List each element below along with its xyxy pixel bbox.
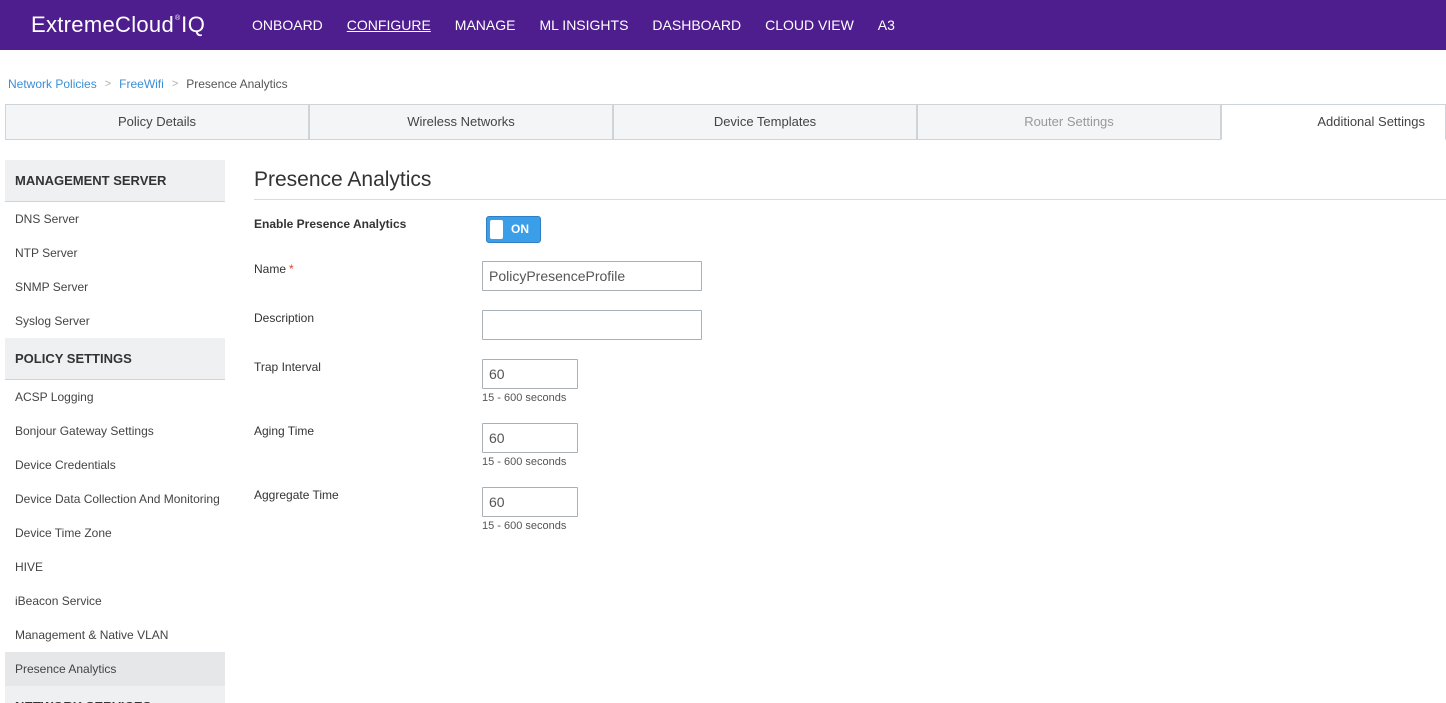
breadcrumb-separator-icon: > xyxy=(171,78,179,90)
sidebar-header-management-server: MANAGEMENT SERVER xyxy=(5,160,225,202)
sidebar-item-device-credentials[interactable]: Device Credentials xyxy=(5,448,225,482)
required-marker: * xyxy=(289,262,294,276)
breadcrumb: Network Policies > FreeWifi > Presence A… xyxy=(8,76,288,92)
aggregate-time-row: Aggregate Time 60 15 - 600 seconds xyxy=(254,487,1446,533)
name-label-text: Name xyxy=(254,262,287,276)
logo-suffix: IQ xyxy=(181,12,206,37)
sidebar-item-ibeacon-service[interactable]: iBeacon Service xyxy=(5,584,225,618)
breadcrumb-current: Presence Analytics xyxy=(186,77,288,91)
name-row: Name * PolicyPresenceProfile xyxy=(254,261,1446,291)
aging-time-row: Aging Time 60 15 - 600 seconds xyxy=(254,423,1446,469)
description-input[interactable] xyxy=(482,310,702,340)
sidebar-item-syslog-server[interactable]: Syslog Server xyxy=(5,304,225,338)
sidebar-item-snmp-server[interactable]: SNMP Server xyxy=(5,270,225,304)
breadcrumb-separator-icon: > xyxy=(104,78,112,90)
aging-time-field-wrap: 60 15 - 600 seconds xyxy=(482,423,578,469)
trap-interval-row: Trap Interval 60 15 - 600 seconds xyxy=(254,359,1446,405)
logo-word: ExtremeCloud xyxy=(31,12,174,37)
trap-interval-label: Trap Interval xyxy=(254,360,321,374)
breadcrumb-freewifi[interactable]: FreeWifi xyxy=(119,76,164,92)
sidebar-item-bonjour-gateway[interactable]: Bonjour Gateway Settings xyxy=(5,414,225,448)
trap-interval-input[interactable]: 60 xyxy=(482,359,578,389)
main-nav: ONBOARD CONFIGURE MANAGE ML INSIGHTS DAS… xyxy=(240,0,907,50)
sidebar-item-dns-server[interactable]: DNS Server xyxy=(5,202,225,236)
tab-policy-details[interactable]: Policy Details xyxy=(5,104,309,140)
aggregate-time-field-wrap: 60 15 - 600 seconds xyxy=(482,487,578,533)
sidebar-header-network-services: NETWORK SERVICES xyxy=(5,686,225,703)
name-field-wrap: PolicyPresenceProfile xyxy=(482,261,702,291)
presence-analytics-panel: Presence Analytics Enable Presence Analy… xyxy=(254,160,1446,532)
nav-manage[interactable]: MANAGE xyxy=(443,0,528,50)
tab-additional-settings[interactable]: Additional Settings xyxy=(1221,104,1446,140)
trap-interval-hint: 15 - 600 seconds xyxy=(482,392,567,404)
nav-dashboard[interactable]: DASHBOARD xyxy=(640,0,753,50)
sidebar-item-acsp-logging[interactable]: ACSP Logging xyxy=(5,380,225,414)
tab-router-settings[interactable]: Router Settings xyxy=(917,104,1221,140)
sidebar-item-device-time-zone[interactable]: Device Time Zone xyxy=(5,516,225,550)
aging-time-input[interactable]: 60 xyxy=(482,423,578,453)
tab-device-templates[interactable]: Device Templates xyxy=(613,104,917,140)
aging-time-label: Aging Time xyxy=(254,424,315,438)
nav-cloud-view[interactable]: CLOUD VIEW xyxy=(753,0,866,50)
aggregate-time-label: Aggregate Time xyxy=(254,488,339,502)
nav-ml-insights[interactable]: ML INSIGHTS xyxy=(527,0,640,50)
toggle-state: ON xyxy=(511,222,529,236)
tab-wireless-networks[interactable]: Wireless Networks xyxy=(309,104,613,140)
enable-label: Enable Presence Analytics xyxy=(254,217,407,231)
nav-a3[interactable]: A3 xyxy=(866,0,907,50)
logo-registered-mark: ® xyxy=(175,15,181,22)
sidebar-item-ntp-server[interactable]: NTP Server xyxy=(5,236,225,270)
enable-row: Enable Presence Analytics ON xyxy=(254,216,1446,246)
page-title: Presence Analytics xyxy=(254,160,1446,200)
settings-sidebar: MANAGEMENT SERVER DNS Server NTP Server … xyxy=(5,160,225,703)
toggle-knob xyxy=(490,220,503,239)
top-nav-bar: ExtremeCloud ® IQ ONBOARD CONFIGURE MANA… xyxy=(0,0,1446,50)
nav-configure[interactable]: CONFIGURE xyxy=(335,0,443,50)
enable-toggle-wrap: ON xyxy=(486,216,541,243)
description-field-wrap xyxy=(482,310,702,340)
name-input[interactable]: PolicyPresenceProfile xyxy=(482,261,702,291)
sidebar-item-management-native-vlan[interactable]: Management & Native VLAN xyxy=(5,618,225,652)
sidebar-item-hive[interactable]: HIVE xyxy=(5,550,225,584)
aging-time-hint: 15 - 600 seconds xyxy=(482,456,567,468)
trap-interval-field-wrap: 60 15 - 600 seconds xyxy=(482,359,578,405)
aggregate-time-hint: 15 - 600 seconds xyxy=(482,520,567,532)
aggregate-time-input[interactable]: 60 xyxy=(482,487,578,517)
name-label: Name * xyxy=(254,261,294,277)
description-row: Description xyxy=(254,310,1446,340)
sidebar-item-presence-analytics[interactable]: Presence Analytics xyxy=(5,652,225,686)
policy-tabs: Policy Details Wireless Networks Device … xyxy=(5,104,1446,140)
enable-presence-toggle[interactable]: ON xyxy=(486,216,541,243)
description-label: Description xyxy=(254,311,315,325)
nav-onboard[interactable]: ONBOARD xyxy=(240,0,335,50)
sidebar-item-device-data-collection[interactable]: Device Data Collection And Monitoring xyxy=(5,482,225,516)
breadcrumb-network-policies[interactable]: Network Policies xyxy=(8,76,97,92)
extremecloud-iq-logo[interactable]: ExtremeCloud ® IQ xyxy=(31,10,205,40)
sidebar-header-policy-settings: POLICY SETTINGS xyxy=(5,338,225,380)
